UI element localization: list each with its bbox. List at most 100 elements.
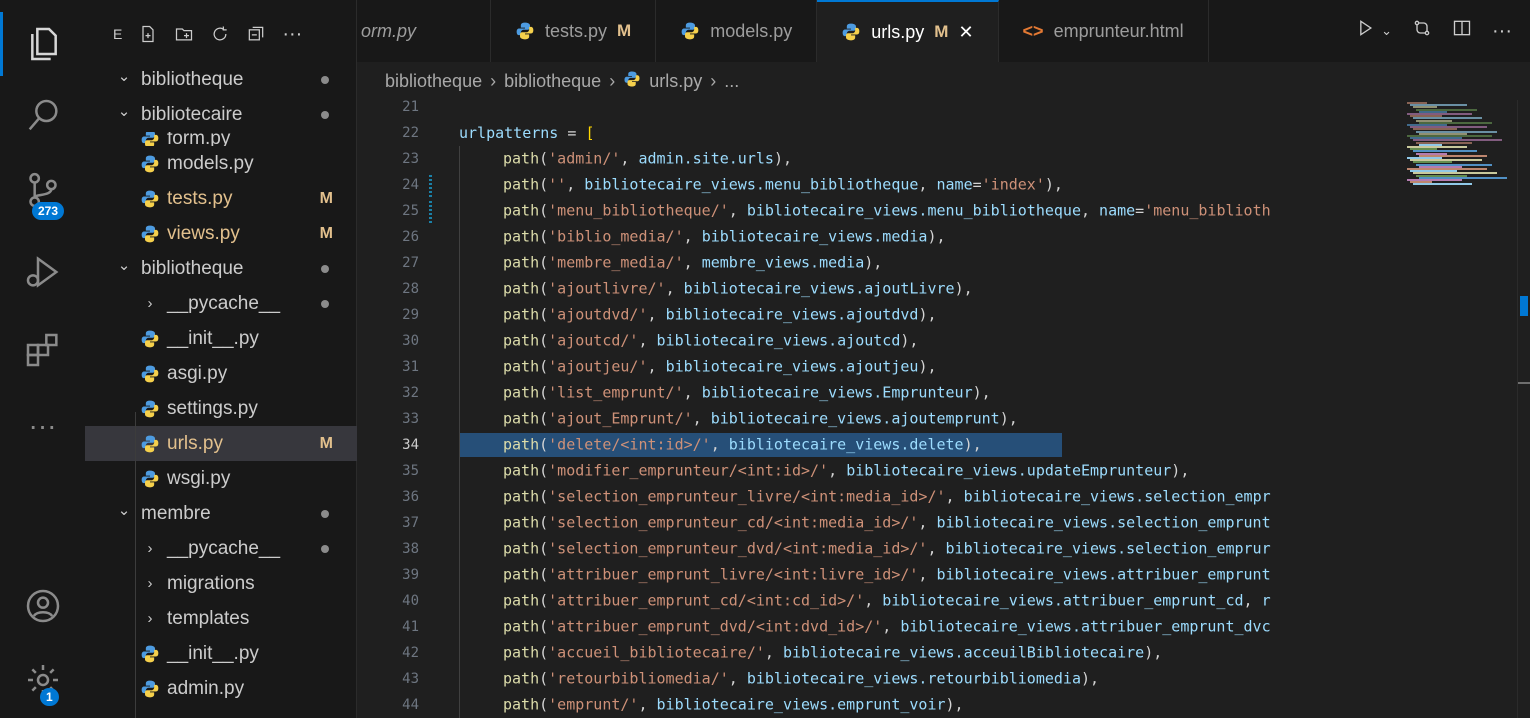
run-icon[interactable]: [1355, 18, 1375, 44]
file-tree: ⌄ bibliotheque ⌄ bibliotecaire form.py models…: [85, 62, 357, 706]
editor-tab[interactable]: <> emprunteur.html: [999, 0, 1209, 62]
file-item[interactable]: asgi.py: [85, 356, 357, 391]
code-editor[interactable]: 21 22 urlpatterns = [23 path('admin/', admi…: [357, 100, 1397, 718]
code-line[interactable]: 33 path('ajout_Emprunt/', bibliotecaire_v…: [357, 406, 1397, 432]
code-text: path('accueil_bibliotecaire/', bibliotec…: [459, 640, 1162, 666]
file-item[interactable]: settings.py: [85, 391, 357, 426]
code-token: =: [1135, 201, 1145, 220]
line-number: 28: [402, 281, 419, 297]
file-item[interactable]: form.py: [85, 132, 357, 146]
search-icon[interactable]: [0, 84, 85, 148]
code-line[interactable]: 29 path('ajoutdvd/', bibliotecaire_views.…: [357, 302, 1397, 328]
code-line[interactable]: 43 path('retourbibliomedia/', bibliotecai…: [357, 666, 1397, 692]
code-line[interactable]: 28 path('ajoutlivre/', bibliotecaire_view…: [357, 276, 1397, 302]
code-line[interactable]: 36 path('selection_emprunteur_livre/<int:…: [357, 484, 1397, 510]
extensions-icon[interactable]: [0, 318, 85, 382]
tab-label: orm.py: [361, 20, 417, 41]
code-line[interactable]: 24 path('', bibliotecaire_views.menu_bibl…: [357, 172, 1397, 198]
chevron-right-icon: ›: [147, 540, 153, 557]
changes-dot-icon: [321, 509, 329, 518]
code-line[interactable]: 27 path('membre_media/', membre_views.med…: [357, 250, 1397, 276]
more-actions-icon[interactable]: ···: [282, 23, 302, 46]
code-line[interactable]: 21: [357, 100, 1397, 120]
code-line[interactable]: 34 path('delete/<int:id>/', bibliotecaire…: [357, 432, 1397, 458]
code-token: 'delete/<int:id>/': [548, 435, 711, 454]
breadcrumb-item[interactable]: urls.py: [649, 71, 702, 92]
file-item[interactable]: models.py: [85, 146, 357, 181]
file-item[interactable]: urls.py M: [85, 426, 357, 461]
breadcrumb-item[interactable]: bibliotheque: [385, 71, 482, 92]
code-token: bibliotecaire_views.ajoutemprunt: [710, 409, 1000, 428]
folder-item[interactable]: ⌄ bibliotecaire: [85, 97, 357, 132]
line-number: 43: [402, 671, 419, 687]
code-token: ,: [638, 331, 657, 350]
collapse-all-icon[interactable]: [246, 24, 266, 44]
code-token: bibliotecaire_views.ajoutLivre: [683, 279, 955, 298]
code-line[interactable]: 22 urlpatterns = [: [357, 120, 1397, 146]
refresh-icon[interactable]: [210, 24, 230, 44]
code-line[interactable]: 42 path('accueil_bibliotecaire/', bibliot…: [357, 640, 1397, 666]
folder-item[interactable]: ⌄ membre: [85, 496, 357, 531]
code-line[interactable]: 26 path('biblio_media/', bibliotecaire_vi…: [357, 224, 1397, 250]
settings-gear-icon[interactable]: 1: [0, 648, 85, 712]
code-line[interactable]: 30 path('ajoutcd/', bibliotecaire_views.a…: [357, 328, 1397, 354]
compare-changes-icon[interactable]: [1412, 18, 1432, 44]
code-line[interactable]: 32 path('list_emprunt/', bibliotecaire_vi…: [357, 380, 1397, 406]
code-line[interactable]: 23 path('admin/', admin.site.urls),: [357, 146, 1397, 172]
file-item[interactable]: __init__.py: [85, 636, 357, 671]
breadcrumb-item[interactable]: bibliotheque: [504, 71, 601, 92]
editor-tab[interactable]: orm.py: [357, 0, 492, 62]
more-icon[interactable]: ···: [1492, 20, 1512, 43]
folder-item[interactable]: › migrations: [85, 566, 357, 601]
code-token: 'retourbibliomedia/': [548, 669, 729, 688]
code-token: (: [539, 253, 549, 272]
file-item[interactable]: views.py M: [85, 216, 357, 251]
vertical-scrollbar[interactable]: [1517, 100, 1530, 718]
explorer-icon[interactable]: [0, 12, 85, 76]
code-line[interactable]: 41 path('attribuer_emprunt_dvd/<int:dvd_i…: [357, 614, 1397, 640]
file-item[interactable]: admin.py: [85, 671, 357, 706]
tree-item-label: asgi.py: [167, 362, 228, 384]
more-icon[interactable]: ···: [0, 394, 85, 458]
folder-item[interactable]: ⌄ bibliotheque: [85, 251, 357, 286]
code-token: (: [539, 175, 549, 194]
account-icon[interactable]: [0, 574, 85, 638]
python-icon: [139, 643, 161, 665]
code-token: bibliotecaire_views.emprunt_voir: [656, 695, 946, 714]
editor-tab[interactable]: urls.py M ✕: [817, 0, 999, 62]
file-item[interactable]: __init__.py: [85, 321, 357, 356]
code-token: path: [503, 357, 540, 376]
file-item[interactable]: wsgi.py: [85, 461, 357, 496]
code-token: ,: [728, 201, 747, 220]
code-token: ),: [999, 409, 1018, 428]
code-line[interactable]: 38 path('selection_emprunteur_dvd/<int:me…: [357, 536, 1397, 562]
code-line[interactable]: 44 path('emprunt/', bibliotecaire_views.e…: [357, 692, 1397, 718]
folder-item[interactable]: › __pycache__: [85, 286, 357, 321]
new-file-icon[interactable]: [138, 24, 158, 44]
code-line[interactable]: 40 path('attribuer_emprunt_cd/<int:cd_id>…: [357, 588, 1397, 614]
breadcrumb-item[interactable]: ...: [724, 71, 739, 92]
split-editor-icon[interactable]: [1452, 18, 1472, 44]
code-line[interactable]: 35 path('modifier_emprunteur/<int:id>/', …: [357, 458, 1397, 484]
editor-tab[interactable]: models.py: [656, 0, 818, 62]
chevron-down-icon[interactable]: ⌄: [1381, 23, 1392, 39]
file-item[interactable]: tests.py M: [85, 181, 357, 216]
run-debug-icon[interactable]: [0, 240, 85, 304]
tree-item-label: bibliotheque: [141, 68, 244, 90]
code-token: ),: [927, 227, 946, 246]
folder-item[interactable]: › __pycache__: [85, 531, 357, 566]
code-line[interactable]: 25 path('menu_bibliotheque/', bibliotecai…: [357, 198, 1397, 224]
folder-item[interactable]: › templates: [85, 601, 357, 636]
code-token: 'ajoutdvd/': [548, 305, 648, 324]
code-line[interactable]: 37 path('selection_emprunteur_cd/<int:med…: [357, 510, 1397, 536]
minimap[interactable]: [1397, 100, 1517, 718]
code-token: bibliotecaire_views.ajoutjeu: [665, 357, 919, 376]
editor-tab[interactable]: tests.py M: [491, 0, 657, 62]
code-line[interactable]: 39 path('attribuer_emprunt_livre/<int:liv…: [357, 562, 1397, 588]
new-folder-icon[interactable]: [174, 24, 194, 44]
code-token: bibliotecaire_views.attribuer_emprunt_cd: [882, 591, 1244, 610]
folder-item[interactable]: ⌄ bibliotheque: [85, 62, 357, 97]
source-control-icon[interactable]: 273: [0, 158, 85, 222]
close-icon[interactable]: ✕: [958, 22, 973, 43]
code-line[interactable]: 31 path('ajoutjeu/', bibliotecaire_views.…: [357, 354, 1397, 380]
